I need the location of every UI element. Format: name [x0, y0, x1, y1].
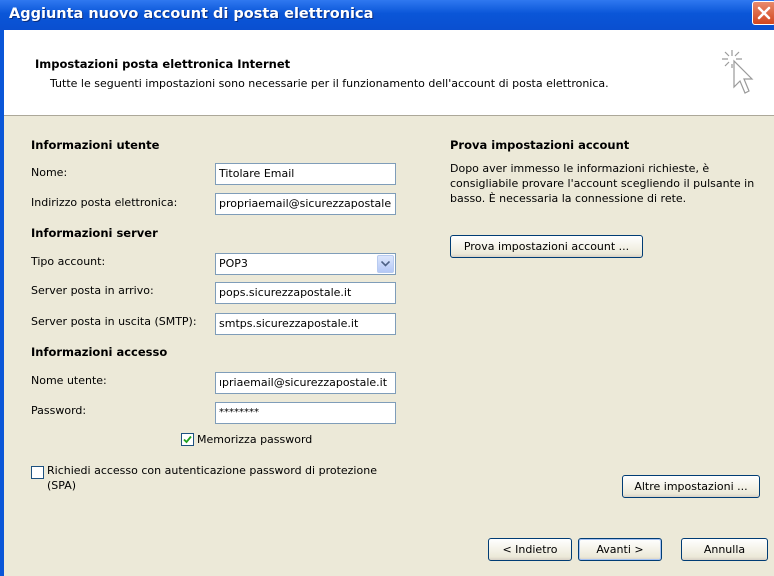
test-description-line2: consigliabile provare l'account sceglien…	[450, 177, 755, 190]
chevron-down-icon	[381, 261, 390, 267]
outgoing-server-label: Server posta in uscita (SMTP):	[31, 315, 197, 328]
outgoing-server-field[interactable]: smtps.sicurezzapostale.it	[215, 313, 396, 335]
title-bar: Aggiunta nuovo account di posta elettron…	[0, 0, 774, 30]
test-description-line1: Dopo aver immesso le informazioni richie…	[450, 162, 710, 175]
incoming-server-field[interactable]: pops.sicurezzapostale.it	[215, 282, 396, 304]
test-account-button[interactable]: Prova impostazioni account ...	[450, 235, 643, 258]
login-info-heading: Informazioni accesso	[31, 345, 168, 359]
server-info-heading: Informazioni server	[31, 226, 158, 240]
remember-password-checkbox[interactable]	[181, 433, 194, 446]
dialog-body: Impostazioni posta elettronica Internet …	[4, 30, 774, 576]
spa-checkbox[interactable]	[31, 466, 44, 479]
dialog-header: Impostazioni posta elettronica Internet …	[4, 30, 774, 116]
username-label: Nome utente:	[31, 374, 107, 387]
checkmark-icon	[183, 435, 192, 444]
user-info-heading: Informazioni utente	[31, 138, 160, 152]
header-subtitle: Tutte le seguenti impostazioni sono nece…	[50, 77, 609, 90]
wizard-cursor-icon	[722, 50, 754, 94]
account-type-label: Tipo account:	[31, 255, 106, 268]
email-label: Indirizzo posta elettronica:	[31, 196, 178, 209]
account-type-select[interactable]: POP3	[215, 253, 396, 275]
header-title: Impostazioni posta elettronica Internet	[35, 57, 291, 71]
email-field[interactable]: propriaemail@sicurezzapostale	[215, 193, 396, 215]
more-settings-button[interactable]: Altre impostazioni ...	[622, 475, 760, 498]
remember-password-label[interactable]: Memorizza password	[197, 433, 312, 446]
close-button[interactable]	[752, 1, 774, 25]
cancel-button[interactable]: Annulla	[681, 538, 768, 561]
dropdown-button[interactable]	[377, 255, 394, 273]
name-label: Nome:	[31, 166, 68, 179]
account-type-value: POP3	[219, 257, 248, 270]
incoming-server-label: Server posta in arrivo:	[31, 284, 154, 297]
password-label: Password:	[31, 404, 87, 417]
window-title: Aggiunta nuovo account di posta elettron…	[9, 6, 374, 22]
spa-label-line2[interactable]: (SPA)	[47, 479, 76, 492]
next-button[interactable]: Avanti >	[578, 538, 662, 561]
username-field[interactable]: ıpriaemail@sicurezzapostale.it	[215, 372, 396, 394]
password-field[interactable]: ********	[215, 402, 396, 424]
test-description-line3: basso. È necessaria la connessione di re…	[450, 192, 687, 205]
name-field[interactable]: Titolare Email	[215, 163, 396, 185]
close-icon	[757, 6, 771, 20]
back-button[interactable]: < Indietro	[488, 538, 572, 561]
test-settings-heading: Prova impostazioni account	[450, 138, 630, 152]
spa-label-line1[interactable]: Richiedi accesso con autenticazione pass…	[47, 464, 377, 477]
